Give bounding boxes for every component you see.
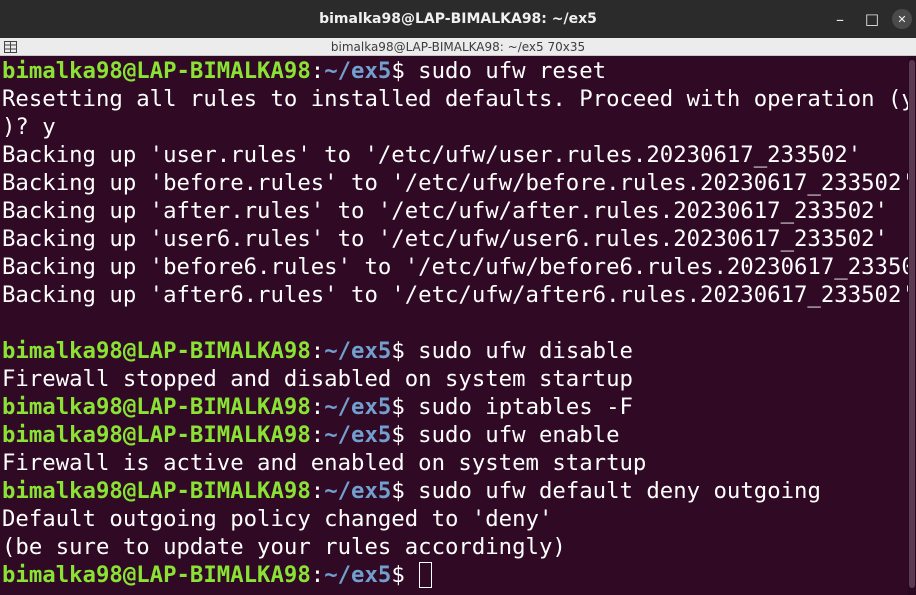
- close-button[interactable]: ✕: [886, 0, 916, 38]
- prompt-user: bimalka98@LAP-BIMALKA98: [2, 422, 311, 448]
- prompt-line: bimalka98@LAP-BIMALKA98:~/ex5$ sudo ipta…: [2, 393, 908, 421]
- prompt-path: ~/ex5: [324, 338, 392, 364]
- prompt-dollar: $: [391, 562, 419, 588]
- output-line: Backing up 'after6.rules' to '/etc/ufw/a…: [2, 281, 908, 309]
- prompt-colon: :: [310, 562, 325, 588]
- prompt-user: bimalka98@LAP-BIMALKA98: [2, 562, 311, 588]
- output-text: Backing up 'before.rules' to '/etc/ufw/b…: [2, 170, 908, 196]
- scrollbar-thumb[interactable]: [909, 60, 915, 588]
- output-line: Backing up 'before6.rules' to '/etc/ufw/…: [2, 253, 908, 281]
- prompt-path: ~/ex5: [324, 394, 392, 420]
- output-line: Default outgoing policy changed to 'deny…: [2, 505, 908, 533]
- prompt-colon: :: [310, 422, 325, 448]
- output-line: Backing up 'after.rules' to '/etc/ufw/af…: [2, 197, 908, 225]
- prompt-colon: :: [310, 478, 325, 504]
- minimize-button[interactable]: –: [824, 0, 856, 38]
- prompt-line: bimalka98@LAP-BIMALKA98:~/ex5$: [2, 561, 908, 589]
- minimize-icon: –: [836, 9, 844, 29]
- output-text: Resetting all rules to installed default…: [2, 86, 908, 112]
- command-text: sudo iptables -F: [418, 394, 633, 420]
- output-text: (be sure to update your rules accordingl…: [2, 534, 566, 560]
- output-text: Backing up 'after6.rules' to '/etc/ufw/a…: [2, 282, 908, 308]
- terminal-cursor: [419, 562, 433, 588]
- prompt-colon: :: [310, 338, 325, 364]
- prompt-dollar: $: [391, 394, 419, 420]
- prompt-path: ~/ex5: [324, 58, 392, 84]
- close-icon: ✕: [897, 12, 907, 26]
- output-line: Firewall stopped and disabled on system …: [2, 365, 908, 393]
- command-text: sudo ufw default deny outgoing: [418, 478, 821, 504]
- output-text: Firewall stopped and disabled on system …: [2, 366, 633, 392]
- prompt-line: bimalka98@LAP-BIMALKA98:~/ex5$ sudo ufw …: [2, 337, 908, 365]
- output-line: Backing up 'before.rules' to '/etc/ufw/b…: [2, 169, 908, 197]
- grid-icon[interactable]: [4, 41, 17, 53]
- output-line: )? y: [2, 113, 908, 141]
- output-line: Backing up 'user6.rules' to '/etc/ufw/us…: [2, 225, 908, 253]
- output-text: Backing up 'before6.rules' to '/etc/ufw/…: [2, 254, 908, 280]
- output-text: Backing up 'user.rules' to '/etc/ufw/use…: [2, 142, 862, 168]
- output-text: Firewall is active and enabled on system…: [2, 450, 647, 476]
- output-line: Resetting all rules to installed default…: [2, 85, 908, 113]
- prompt-dollar: $: [391, 422, 419, 448]
- prompt-line: bimalka98@LAP-BIMALKA98:~/ex5$ sudo ufw …: [2, 57, 908, 85]
- prompt-line: bimalka98@LAP-BIMALKA98:~/ex5$ sudo ufw …: [2, 421, 908, 449]
- output-text: )? y: [2, 114, 56, 140]
- prompt-user: bimalka98@LAP-BIMALKA98: [2, 394, 311, 420]
- maximize-button[interactable]: □: [856, 0, 888, 38]
- command-text: sudo ufw reset: [418, 58, 607, 84]
- scrollbar[interactable]: [908, 56, 916, 595]
- tab-bar: bimalka98@LAP-BIMALKA98: ~/ex5 70x35: [0, 38, 916, 56]
- command-text: sudo ufw enable: [418, 422, 620, 448]
- prompt-path: ~/ex5: [324, 422, 392, 448]
- window-titlebar[interactable]: bimalka98@LAP-BIMALKA98: ~/ex5 – □ ✕: [0, 0, 916, 38]
- output-text: Backing up 'user6.rules' to '/etc/ufw/us…: [2, 226, 888, 252]
- command-text: sudo ufw disable: [418, 338, 633, 364]
- prompt-dollar: $: [391, 338, 419, 364]
- prompt-path: ~/ex5: [324, 478, 392, 504]
- prompt-user: bimalka98@LAP-BIMALKA98: [2, 478, 311, 504]
- prompt-path: ~/ex5: [324, 562, 392, 588]
- prompt-user: bimalka98@LAP-BIMALKA98: [2, 338, 311, 364]
- output-line: Backing up 'user.rules' to '/etc/ufw/use…: [2, 141, 908, 169]
- prompt-colon: :: [310, 58, 325, 84]
- output-text: Backing up 'after.rules' to '/etc/ufw/af…: [2, 198, 888, 224]
- terminal-output[interactable]: bimalka98@LAP-BIMALKA98:~/ex5$ sudo ufw …: [0, 56, 908, 595]
- maximize-icon: □: [864, 10, 880, 28]
- prompt-dollar: $: [391, 58, 419, 84]
- output-line: (be sure to update your rules accordingl…: [2, 533, 908, 561]
- output-text: Default outgoing policy changed to 'deny…: [2, 506, 553, 532]
- prompt-colon: :: [310, 394, 325, 420]
- prompt-line: bimalka98@LAP-BIMALKA98:~/ex5$ sudo ufw …: [2, 477, 908, 505]
- tab-title: bimalka98@LAP-BIMALKA98: ~/ex5 70x35: [330, 39, 586, 54]
- window-title: bimalka98@LAP-BIMALKA98: ~/ex5: [319, 11, 597, 27]
- prompt-user: bimalka98@LAP-BIMALKA98: [2, 58, 311, 84]
- output-line: Firewall is active and enabled on system…: [2, 449, 908, 477]
- prompt-dollar: $: [391, 478, 419, 504]
